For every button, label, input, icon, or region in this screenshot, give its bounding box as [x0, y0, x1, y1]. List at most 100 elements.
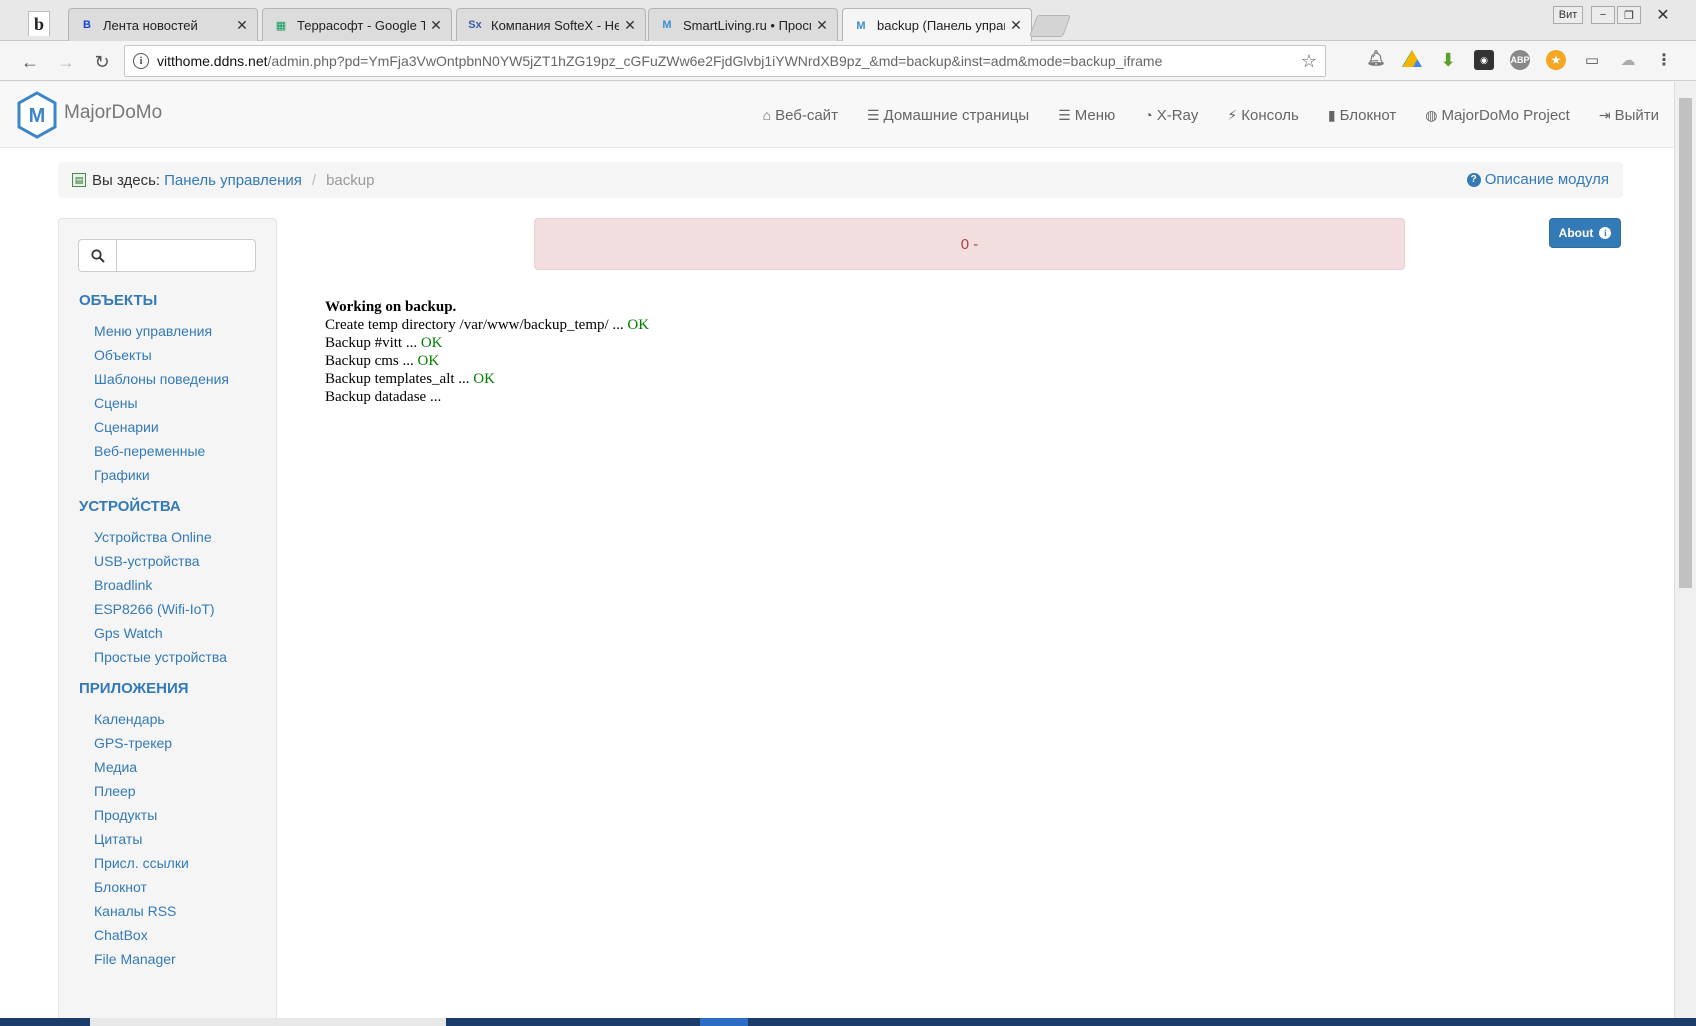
tab-title: Лента новостей	[103, 17, 198, 33]
nav-link-label: Выйти	[1614, 106, 1659, 124]
sidebar-item[interactable]: Сцены	[94, 395, 138, 411]
tab-favicon-icon: M	[662, 19, 672, 31]
nav-link[interactable]: ⇥ Выйти	[1599, 107, 1659, 124]
sidebar-item[interactable]: Плеер	[94, 783, 136, 799]
sidebar-item[interactable]: Меню управления	[94, 323, 212, 339]
log-line: Backup cms ... OK	[325, 352, 649, 370]
nav-link[interactable]: ◔ X-Ray	[1144, 107, 1198, 124]
keeper-extension-icon[interactable]: ◉	[1474, 50, 1494, 70]
site-navbar: M MajorDoMo ⌂ Веб-сайт ☰ Домашние страницы ☰…	[0, 82, 1674, 148]
taskbar-item[interactable]	[90, 1018, 446, 1026]
dashboard-icon: ◔	[1144, 107, 1153, 123]
tab-close-icon[interactable]: ✕	[623, 17, 637, 34]
sidebar-item[interactable]: Календарь	[94, 711, 165, 727]
nav-link[interactable]: ▮ Блокнот	[1328, 107, 1396, 124]
forward-button[interactable]: →	[54, 50, 78, 74]
sidebar-item[interactable]: ChatBox	[94, 927, 148, 943]
sidebar-item[interactable]: GPS-трекер	[94, 735, 172, 751]
sidebar: ОБЪЕКТЫ Меню управления Объекты Шаблоны пов…	[58, 218, 277, 1026]
log-status-ok: OK	[420, 335, 443, 351]
browser-tab[interactable]: M SmartLiving.ru • Просмо ✕	[648, 8, 838, 41]
browser-tab[interactable]: Mbackup (Панель управл ✕	[842, 8, 1032, 42]
minimize-button[interactable]: −	[1591, 6, 1615, 24]
site-info-icon[interactable]: i	[133, 53, 149, 69]
nav-link-label: Домашние страницы	[883, 106, 1030, 124]
log-status-ok: OK	[417, 353, 440, 369]
browser-tab[interactable]: Sx Компания SofteX - Help ✕	[456, 8, 646, 41]
sidebar-item[interactable]: Медиа	[94, 759, 137, 775]
module-help-link[interactable]: ? Описание модуля	[1466, 171, 1609, 188]
log-line-text: Backup #vitt ...	[325, 335, 418, 351]
url-path: /admin.php?pd=YmFja3VwOntpbnN0YW5jZT1hZG…	[267, 53, 1163, 69]
browser-tab[interactable]: ▦ Террасофт - Google Таб✕	[262, 8, 452, 41]
log-status-ok: OK	[473, 371, 495, 387]
breadcrumb-link-control-panel[interactable]: Панель управления	[164, 172, 302, 189]
majordomo-logo-icon[interactable]: M	[17, 91, 57, 139]
sidebar-item[interactable]: Шаблоны поведения	[94, 371, 229, 387]
sidebar-item[interactable]: Устройства Online	[94, 529, 212, 545]
page-viewport: M MajorDoMo ⌂ Веб-сайт ☰ Домашние страницы ☰…	[0, 82, 1674, 1026]
nav-link[interactable]: ☰ Меню	[1058, 107, 1115, 124]
sidebar-item[interactable]: Объекты	[94, 347, 152, 363]
bookmark-star-icon[interactable]: ☆	[1301, 51, 1317, 72]
scrollbar-thumb[interactable]	[1679, 98, 1692, 588]
tab-title: Компания SofteX - Help	[491, 17, 619, 33]
tab-close-icon[interactable]: ✕	[815, 17, 829, 34]
page-scrollbar[interactable]	[1674, 82, 1696, 1026]
sidebar-item[interactable]: Простые устройства	[94, 649, 227, 665]
sidebar-item[interactable]: USB-устройства	[94, 553, 200, 569]
tab-title: SmartLiving.ru • Просмо	[683, 17, 811, 33]
nav-link[interactable]: ☰ Домашние страницы	[867, 107, 1029, 124]
sidebar-item[interactable]: Присл. ссылки	[94, 855, 189, 871]
reload-button[interactable]: ↻	[90, 50, 114, 74]
globe-icon: ◍	[1425, 106, 1438, 123]
nav-link[interactable]: ⌂ Веб-сайт	[763, 107, 838, 124]
tab-close-icon[interactable]: ✕	[429, 17, 443, 34]
address-bar[interactable]: i vitthome.ddns.net /admin.php?pd=YmFja3…	[124, 45, 1326, 77]
nav-link[interactable]: ◍ MajorDoMo Project	[1425, 107, 1570, 124]
cloud-extension-icon[interactable]: ☁	[1618, 50, 1638, 70]
nav-link-label: X-Ray	[1156, 106, 1199, 124]
sidebar-item[interactable]: Цитаты	[94, 831, 142, 847]
backup-log: Working on backup. Create temp directory…	[325, 298, 649, 406]
new-tab-button[interactable]	[1028, 15, 1072, 37]
sidebar-item[interactable]: Сценарии	[94, 419, 159, 435]
sidebar-item[interactable]: Графики	[94, 467, 150, 483]
taskbar-item[interactable]	[700, 1018, 748, 1026]
flash-icon: ⚡	[1227, 106, 1238, 123]
cast-icon[interactable]: ▭	[1582, 50, 1602, 70]
back-button[interactable]: ←	[18, 50, 42, 74]
sidebar-item[interactable]: Каналы RSS	[94, 903, 176, 919]
log-line-text: Backup cms ...	[325, 353, 414, 369]
sidebar-item[interactable]: Веб-переменные	[94, 443, 205, 459]
sidebar-item[interactable]: ESP8266 (Wifi-IoT)	[94, 601, 215, 617]
brand-name[interactable]: MajorDoMo	[64, 102, 162, 124]
pinned-tab[interactable]: b	[28, 11, 50, 36]
maximize-button[interactable]: ❐	[1617, 6, 1641, 24]
breadcrumb-separator: /	[311, 171, 317, 189]
about-button[interactable]: About i	[1549, 218, 1621, 248]
search-button[interactable]	[78, 239, 116, 272]
sidebar-item[interactable]: File Manager	[94, 951, 176, 967]
browser-tab[interactable]: B Лента новостей ✕	[68, 8, 258, 41]
sidebar-item[interactable]: Broadlink	[94, 577, 152, 593]
profile-button[interactable]: Вит	[1553, 6, 1583, 24]
tab-close-icon[interactable]: ✕	[235, 17, 249, 34]
search-icon	[90, 248, 105, 263]
log-line: Backup templates_alt ... OK	[325, 370, 649, 388]
tab-close-icon[interactable]: ✕	[1009, 17, 1023, 34]
log-line-text: Create temp directory /var/www/backup_te…	[325, 317, 624, 333]
sidebar-item[interactable]: Блокнот	[94, 879, 147, 895]
bell-icon[interactable]: 🔔︎	[1366, 48, 1386, 68]
search-input[interactable]	[116, 239, 256, 272]
star-extension-icon[interactable]: ★	[1546, 50, 1566, 70]
tab-title: Террасофт - Google Таб	[297, 17, 425, 33]
adblock-extension-icon[interactable]: ABP	[1510, 50, 1530, 70]
download-extension-icon[interactable]: ⬇	[1438, 50, 1458, 70]
nav-link[interactable]: ⚡ Консоль	[1227, 107, 1298, 124]
sidebar-item[interactable]: Продукты	[94, 807, 157, 823]
menu-kebab-icon[interactable]: ⋮	[1654, 50, 1674, 70]
close-window-button[interactable]: ✕	[1643, 6, 1683, 24]
sidebar-item[interactable]: Gps Watch	[94, 625, 163, 641]
log-line: Backup #vitt ... OK	[325, 334, 649, 352]
